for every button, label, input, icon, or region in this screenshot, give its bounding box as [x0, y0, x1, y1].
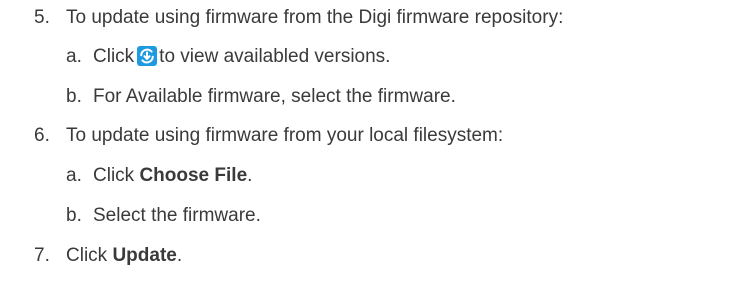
substep-text-before: Click [93, 165, 135, 186]
step-number: 5. [34, 7, 50, 28]
substep-text-after: to view availabled versions. [159, 46, 391, 67]
substep-text-before: Click [93, 46, 135, 67]
update-label: Update [112, 245, 177, 266]
step-text-after: . [176, 245, 183, 266]
step-text: To update using firmware from the Digi f… [66, 7, 564, 28]
step-6: 6. To update using firmware from your loc… [34, 124, 503, 148]
step-text: To update using firmware from your local… [66, 125, 504, 146]
step-number: 7. [34, 245, 50, 266]
step-5b: b. For Available firmware, select the fir… [66, 85, 456, 109]
step-5a: a. Click to view availabled versions. [66, 45, 390, 69]
substep-text-after: . [247, 165, 253, 186]
step-7: 7. Click Update. [34, 244, 182, 268]
step-5: 5. To update using firmware from the Digi… [34, 6, 563, 30]
substep-text: For Available firmware, select the firmw… [93, 86, 456, 107]
substep-letter: b. [66, 205, 82, 226]
substep-text: Select the firmware. [93, 205, 261, 226]
substep-letter: a. [66, 165, 82, 186]
step-6b: b. Select the firmware. [66, 204, 261, 228]
step-text-before: Click [66, 245, 108, 266]
choose-file-label: Choose File [139, 165, 248, 186]
refresh-download-icon[interactable] [137, 46, 158, 66]
substep-letter: a. [66, 46, 82, 67]
step-number: 6. [34, 125, 50, 146]
step-6a: a. Click Choose File. [66, 164, 252, 188]
substep-letter: b. [66, 86, 82, 107]
